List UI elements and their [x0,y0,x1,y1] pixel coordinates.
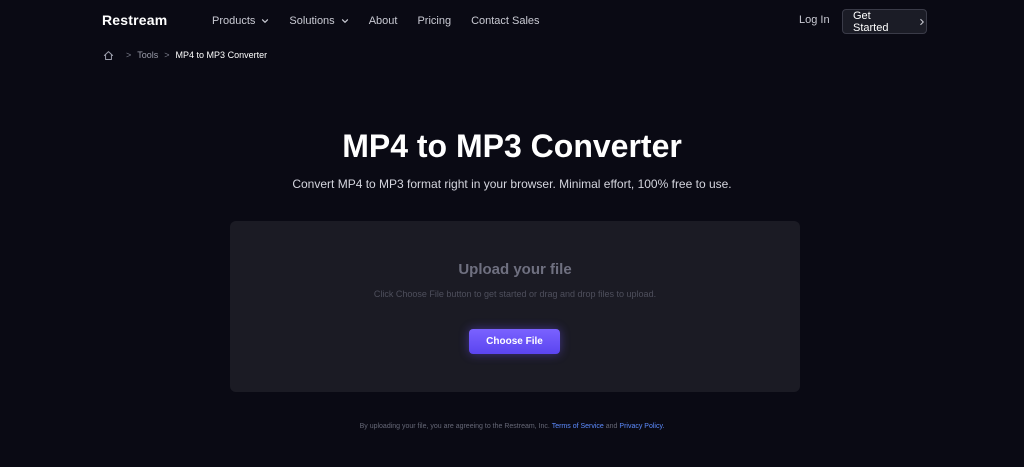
nav-contact-sales[interactable]: Contact Sales [471,15,539,27]
nav-contact-sales-label: Contact Sales [471,15,540,27]
nav-products[interactable]: Products [212,15,270,27]
nav-pricing-label: Pricing [417,15,452,27]
nav-solutions[interactable]: Solutions [289,15,349,27]
upload-dropzone[interactable]: Upload your file Click Choose File butto… [230,221,800,392]
chevron-down-icon [262,19,269,23]
get-started-label: Get Started [853,9,889,34]
nav-about-label: About [368,15,398,27]
upload-title: Upload your file [458,261,572,278]
page: Restream Products Solutions About Pricin… [0,0,1024,467]
upload-description: Click Choose File button to get started … [373,289,657,299]
terms-notice-text: By uploading your file, you are agreeing… [359,423,550,430]
chevron-right-icon [920,18,924,25]
top-nav-bar: Restream Products Solutions About Pricin… [0,0,1024,42]
breadcrumb: > Tools > MP4 to MP3 Converter [103,49,267,61]
nav-pricing[interactable]: Pricing [417,15,451,27]
terms-notice: By uploading your file, you are agreeing… [0,423,1024,430]
page-subtitle: Convert MP4 to MP3 format right in your … [292,177,732,191]
chevron-down-icon [341,19,348,23]
breadcrumb-tools[interactable]: Tools [137,50,158,60]
nav-products-label: Products [212,15,256,27]
breadcrumb-separator: > [164,50,170,60]
home-icon[interactable] [103,50,114,61]
breadcrumb-current: MP4 to MP3 Converter [175,50,268,60]
restream-logo[interactable]: Restream [102,12,167,28]
choose-file-button[interactable]: Choose File [469,329,560,354]
privacy-policy-link[interactable]: Privacy Policy. [619,423,664,430]
breadcrumb-separator: > [126,50,132,60]
login-link[interactable]: Log In [799,14,830,26]
main-nav: Products Solutions About Pricing Contact… [212,14,560,28]
nav-solutions-label: Solutions [289,15,335,27]
terms-notice-and: and [605,423,618,430]
terms-of-service-link[interactable]: Terms of Service [552,423,604,430]
page-title: MP4 to MP3 Converter [342,128,682,164]
get-started-button[interactable]: Get Started [842,9,927,34]
nav-about[interactable]: About [369,15,398,27]
